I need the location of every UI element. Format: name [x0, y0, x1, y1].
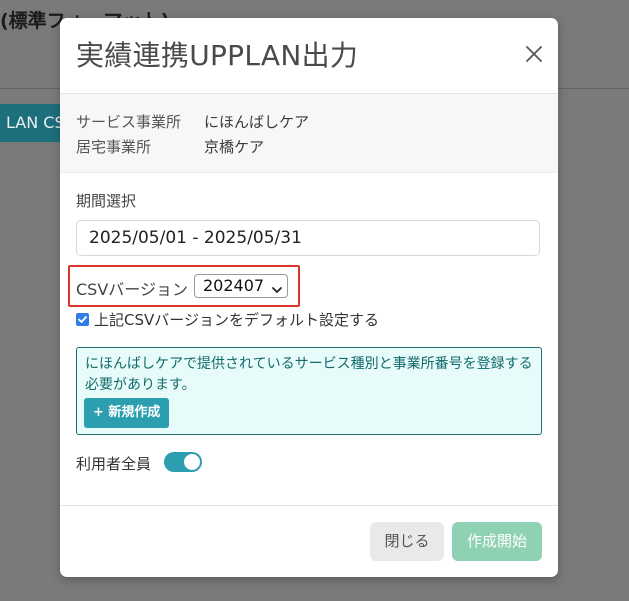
all-users-toggle[interactable]	[164, 452, 202, 472]
home-office-row: 居宅事業所 京橋ケア	[76, 136, 264, 157]
home-office-label: 居宅事業所	[76, 138, 152, 156]
default-version-checkbox-row[interactable]: 上記CSVバージョンをデフォルト設定する	[76, 309, 379, 330]
start-create-button[interactable]: 作成開始	[452, 522, 542, 561]
default-version-label: 上記CSVバージョンをデフォルト設定する	[94, 311, 379, 329]
close-button[interactable]: 閉じる	[370, 522, 444, 561]
chevron-down-icon	[271, 280, 283, 302]
home-office-value: 京橋ケア	[204, 138, 265, 156]
csv-version-label: CSVバージョン	[76, 280, 188, 299]
modal-title: 実績連携UPPLAN出力	[76, 39, 359, 72]
toggle-knob	[184, 454, 200, 470]
upplan-export-modal: 実績連携UPPLAN出力 サービス事業所 にほんばしケア 居宅事業所 京橋ケア 期間…	[60, 18, 558, 577]
period-input[interactable]: 2025/05/01 - 2025/05/31	[76, 220, 540, 256]
service-registration-alert: にほんばしケアで提供されているサービス種別と事業所番号を登録する必要があります。…	[76, 347, 542, 435]
service-office-label: サービス事業所	[76, 113, 182, 131]
alert-message: にほんばしケアで提供されているサービス種別と事業所番号を登録する必要があります。	[85, 356, 533, 393]
new-create-button[interactable]: + 新規作成	[84, 398, 170, 428]
service-office-value: にほんばしケア	[204, 113, 310, 131]
office-info: サービス事業所 にほんばしケア 居宅事業所 京橋ケア	[60, 94, 558, 173]
default-version-checkbox[interactable]	[76, 313, 89, 326]
all-users-label: 利用者全員	[76, 455, 152, 473]
csv-version-value: 202407	[203, 276, 265, 295]
csv-version-select[interactable]: 202407	[194, 274, 288, 298]
modal-footer: 閉じる 作成開始	[60, 505, 558, 577]
service-office-row: サービス事業所 にほんばしケア	[76, 111, 309, 132]
close-icon[interactable]	[524, 44, 544, 64]
check-icon	[78, 316, 87, 323]
modal-header: 実績連携UPPLAN出力	[60, 18, 558, 94]
period-label: 期間選択	[76, 192, 137, 210]
